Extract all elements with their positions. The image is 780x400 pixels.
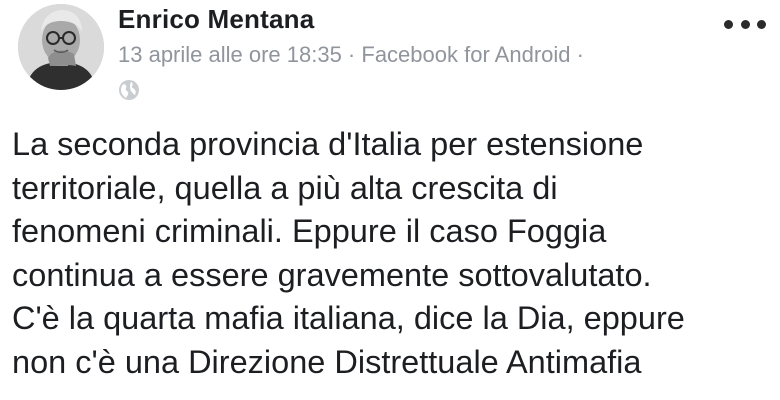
post-text-line: La seconda provincia d'Italia per estens… — [12, 126, 644, 162]
more-options-icon-dot — [740, 19, 750, 29]
post-text-line: fenomeni criminali. Eppure il caso Foggi… — [12, 213, 607, 249]
more-options-icon-dot — [724, 19, 733, 29]
avatar-photo — [18, 4, 104, 90]
more-options-icon-dot — [757, 19, 766, 29]
post-text-line: continua a essere gravemente sottovaluta… — [12, 256, 652, 293]
post-text-line: C'è la quarta mafia italiana, dice la Di… — [12, 300, 685, 336]
author-name[interactable]: Enrico Mentana — [118, 4, 314, 35]
post-text-line: non c'è una Direzione Distrettuale Antim… — [12, 343, 642, 380]
globe-icon[interactable] — [118, 79, 140, 101]
post-timestamp[interactable]: 13 aprile alle ore 18:35 · Facebook for … — [118, 42, 584, 68]
post-body: La seconda provincia d'Italia per estens… — [12, 123, 772, 384]
avatar[interactable] — [18, 4, 104, 90]
more-options-button[interactable] — [724, 14, 766, 34]
post-text-line: territoriale, quella a più alta crescita… — [12, 169, 558, 206]
